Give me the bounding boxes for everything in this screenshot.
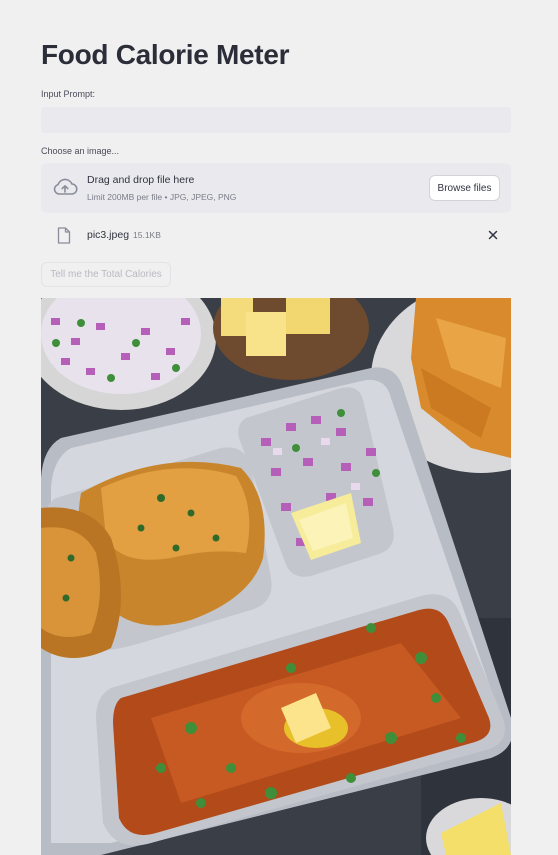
file-icon — [57, 227, 71, 244]
close-icon[interactable] — [487, 229, 499, 241]
uploaded-file-item: pic3.jpeg 15.1KB — [41, 222, 511, 248]
uploaded-file-size: 15.1KB — [133, 230, 161, 240]
uploaded-food-photo — [41, 298, 511, 855]
input-prompt-field[interactable] — [41, 107, 511, 133]
image-uploader-label: Choose an image... — [41, 146, 120, 156]
calculate-calories-button[interactable]: Tell me the Total Calories — [41, 262, 171, 287]
app-page: Food Calorie Meter Input Prompt: Choose … — [0, 0, 558, 855]
dropzone-instructions: Drag and drop file here — [87, 174, 195, 186]
file-dropzone[interactable]: Drag and drop file here Limit 200MB per … — [41, 163, 511, 213]
dropzone-limit-text: Limit 200MB per file • JPG, JPEG, PNG — [87, 192, 237, 202]
page-title: Food Calorie Meter — [41, 39, 290, 70]
browse-files-button[interactable]: Browse files — [429, 175, 500, 201]
cloud-upload-icon — [53, 178, 78, 195]
input-prompt-label: Input Prompt: — [41, 89, 96, 99]
uploaded-file-name: pic3.jpeg — [87, 229, 130, 241]
